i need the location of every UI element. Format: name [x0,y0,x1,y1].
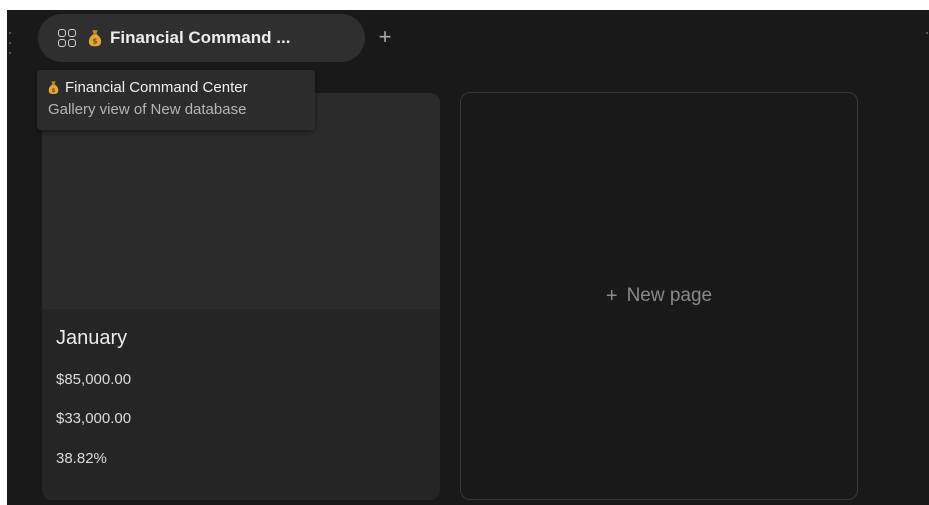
card-property-amount: $85,000.00 [56,371,132,388]
plus-icon: + [605,284,618,307]
money-bag-icon: $ [48,80,59,95]
tooltip-subtitle: Gallery view of New database [48,101,247,118]
gallery-icon [58,29,76,47]
card-property-amount: $33,000.00 [56,410,132,427]
card-title: January [56,327,128,349]
svg-text:$: $ [52,88,56,94]
add-tab-button[interactable]: + [373,22,397,52]
card-body: January $85,000.00 $33,000.00 38.82% [42,309,440,500]
new-page-button[interactable]: + New page [460,92,858,500]
notion-database-view: $ Financial Command ... + January $85,00… [7,10,929,505]
tab-tooltip: $ Financial Command Center Gallery view … [37,70,315,130]
svg-text:$: $ [92,37,97,46]
tab-financial-command-center[interactable]: $ Financial Command ... [38,14,365,62]
money-bag-icon: $ [88,29,102,47]
tooltip-title: Financial Command Center [65,79,248,96]
tooltip-title-row: $ Financial Command Center [48,77,304,98]
gallery-card-january[interactable]: January $85,000.00 $33,000.00 38.82% [42,93,440,500]
overflow-indicator [926,32,928,34]
card-property-percentage: 38.82% [56,450,107,467]
tab-label: Financial Command ... [110,28,291,47]
new-page-label: New page [626,285,713,306]
drag-handle-icon[interactable] [8,32,12,54]
screenshot-frame: $ Financial Command ... + January $85,00… [0,0,929,505]
